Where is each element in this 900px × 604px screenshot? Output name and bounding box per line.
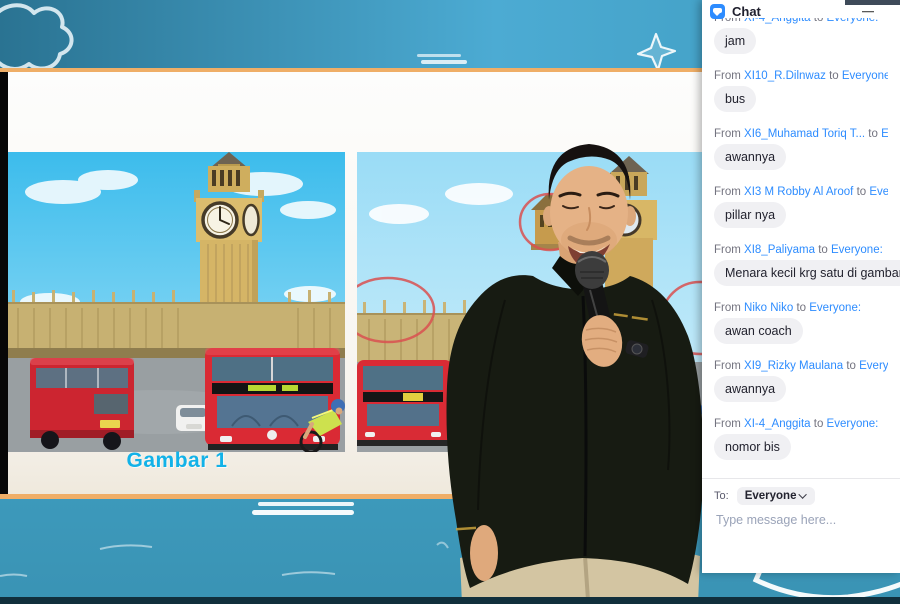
chat-panel: Chat From XI-4_Anggita to Everyone: jam … <box>702 0 900 573</box>
zoom-meeting-window: Gambar 1 Chat From XI-4_Anggita to Every… <box>0 0 900 604</box>
chat-message-bubble: jam <box>714 28 757 54</box>
chat-message-sender: From XI9_Rizky Maulana to Everyone: <box>714 360 888 372</box>
chat-message: From XI8_Paliyama to Everyone: Menara ke… <box>714 244 900 286</box>
chat-message: From XI6_Muhamad Toriq T... to Everyone:… <box>714 128 888 170</box>
chat-message-bubble: awan coach <box>714 318 803 344</box>
chat-message-bubble: Menara kecil krg satu di gambar 2 <box>714 260 900 286</box>
chat-message-sender: From XI10_R.Dilnwaz to Everyone: <box>714 70 888 82</box>
chat-message-sender: From XI3 M Robby Al Aroof to Everyone: <box>714 186 888 198</box>
chat-message-bubble: awannya <box>714 376 787 402</box>
to-label: To: <box>714 490 729 502</box>
chat-message: From XI3 M Robby Al Aroof to Everyone: p… <box>714 186 888 228</box>
chat-message-sender: From XI6_Muhamad Toriq T... to Everyone: <box>714 128 888 140</box>
chat-message-sender: From XI-4_Anggita to Everyone: <box>714 18 879 24</box>
chat-input[interactable] <box>714 511 886 563</box>
recipient-dropdown[interactable]: Everyone <box>736 487 816 505</box>
presenter-hand-left <box>470 525 498 581</box>
gambar-1-label: Gambar 1 <box>126 449 228 472</box>
chat-panel-title: Chat <box>732 4 761 19</box>
chat-message-list[interactable]: From XI-4_Anggita to Everyone: jam From … <box>702 18 900 478</box>
white-car <box>176 405 210 431</box>
photo-gambar-1 <box>8 152 345 452</box>
chat-message-bubble: pillar nya <box>714 202 787 228</box>
chat-message: From XI10_R.Dilnwaz to Everyone: bus <box>714 70 888 112</box>
chat-message: From XI-4_Anggita to Everyone: nomor bis <box>714 418 888 460</box>
bottom-strip <box>0 597 900 604</box>
chat-message-bubble: nomor bis <box>714 434 791 460</box>
chat-message-sender: From Niko Niko to Everyone: <box>714 302 862 314</box>
chat-bubble-icon <box>710 4 725 19</box>
chat-message-sender: From XI8_Paliyama to Everyone: <box>714 244 883 256</box>
chat-composer: To: Everyone <box>702 478 900 573</box>
chat-message-bubble: bus <box>714 86 757 112</box>
red-bus-left <box>30 358 134 450</box>
chat-message-sender: From XI-4_Anggita to Everyone: <box>714 418 879 430</box>
chat-message: From XI-4_Anggita to Everyone: jam <box>714 18 888 54</box>
chat-message-bubble: awannya <box>714 144 787 170</box>
minimize-icon[interactable] <box>862 7 874 17</box>
window-corner <box>845 0 900 5</box>
recipient-value: Everyone <box>744 490 797 502</box>
chat-message: From Niko Niko to Everyone: awan coach <box>714 302 888 344</box>
chat-message: From XI9_Rizky Maulana to Everyone: awan… <box>714 360 888 402</box>
chevron-down-icon <box>798 490 808 499</box>
red-bus-3 <box>357 360 452 446</box>
